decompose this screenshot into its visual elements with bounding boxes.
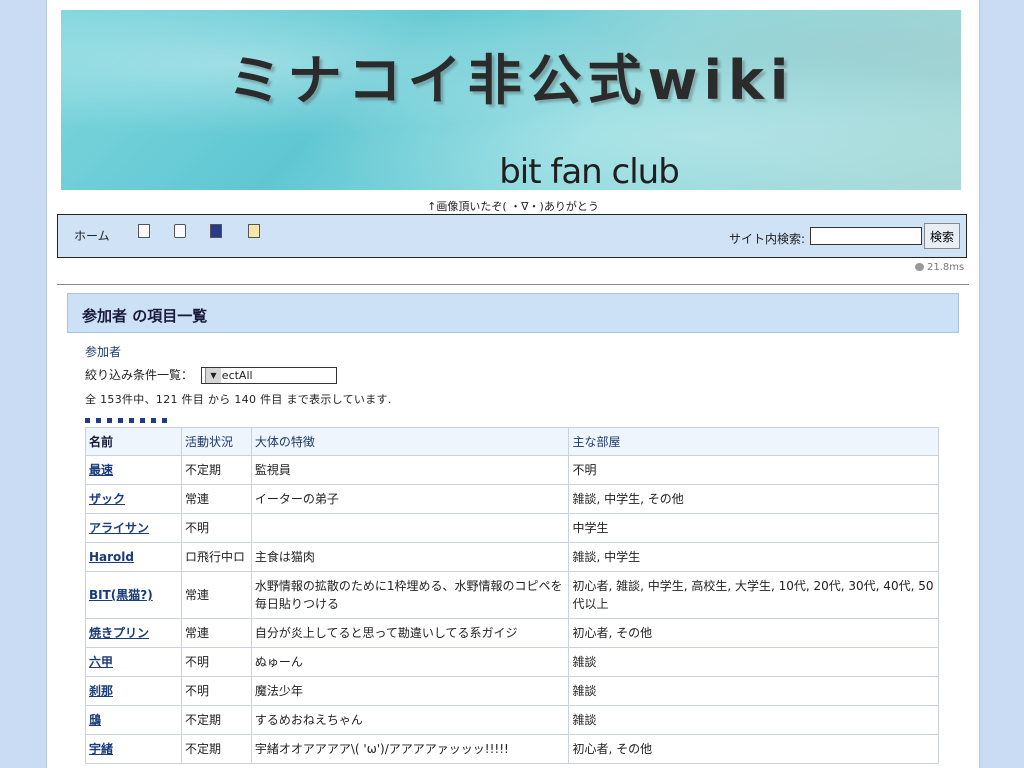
row-trait: 主食は猫肉 (250, 542, 570, 572)
table-row: 刹那 不明 魔法少年 雑談 (85, 676, 939, 706)
column-header-status[interactable]: 活動状況 (180, 427, 252, 456)
row-trait: イーターの弟子 (250, 484, 570, 514)
save-disk-icon[interactable] (210, 224, 222, 238)
row-name-link[interactable]: BIT(黒猫?) (85, 571, 182, 619)
row-rooms: 雑談, 中学生 (568, 542, 939, 572)
row-status: 不明 (180, 676, 252, 706)
row-rooms: 中学生 (568, 513, 939, 543)
row-rooms: 雑談 (568, 647, 939, 677)
row-name-link[interactable]: 鴟 (85, 705, 182, 735)
table-row: 宇緒 不定期 宇緒オオアアアア\( 'ω')/アアアアァッッッ!!!!! 初心者, そ… (85, 734, 939, 764)
toolbar: ホーム サイト内検索: 検索 (57, 214, 967, 258)
row-trait: 水野情報の拡散のために1枠埋める、水野情報のコピペを毎日貼りつける (250, 571, 570, 619)
row-trait: ぬゅーん (250, 647, 570, 677)
row-name-link[interactable]: Harold (85, 542, 182, 572)
result-count: 全 153件中、121 件目 から 140 件目 まで表示しています. (85, 393, 392, 406)
table-row: アライサン 不明 中学生 (85, 513, 939, 543)
row-status: 常連 (180, 618, 252, 648)
row-status: 常連 (180, 571, 252, 619)
pagination (85, 412, 173, 423)
table-row: 鴟不定期 するめおねえちゃん 雑談 (85, 705, 939, 735)
page-dot[interactable] (140, 418, 145, 423)
row-name-link[interactable]: ザック (85, 484, 182, 514)
row-name-link[interactable]: アライサン (85, 513, 182, 543)
page-dot[interactable] (96, 418, 101, 423)
home-link[interactable]: ホーム (74, 227, 110, 244)
page-dot[interactable] (107, 418, 112, 423)
row-rooms: 雑談 (568, 705, 939, 735)
table-row: ザック 常連 イーターの弟子 雑談, 中学生, その他 (85, 484, 939, 514)
divider (57, 284, 969, 285)
table-row: Harold ロ飛行中ロ 主食は猫肉 雑談, 中学生 (85, 542, 939, 572)
breadcrumb-link[interactable]: 参加者 (85, 343, 121, 360)
row-rooms: 初心者, その他 (568, 618, 939, 648)
row-status: 不定期 (180, 734, 252, 764)
table-row: 焼きプリン 常連 自分が炎上してると思って勘違いしてる系ガイジ 初心者, その他 (85, 618, 939, 648)
banner-subtitle: bit fan club (499, 152, 680, 190)
row-trait: 監視員 (250, 455, 570, 485)
row-rooms: 初心者, 雑談, 中学生, 高校生, 大学生, 10代, 20代, 30代, 4… (568, 571, 939, 619)
row-rooms: 雑談, 中学生, その他 (568, 484, 939, 514)
row-trait (250, 513, 570, 543)
page-dot[interactable] (162, 418, 167, 423)
filter-select[interactable]: SelectAll ▼ (201, 367, 337, 384)
filter-label: 絞り込み条件一覧： (85, 368, 194, 382)
copy-page-icon[interactable] (138, 224, 150, 238)
page-dot[interactable] (118, 418, 123, 423)
render-time: 21.8ms (915, 262, 964, 273)
row-rooms: 雑談 (568, 676, 939, 706)
table-header-row: 名前 活動状況 大体の特徴 主な部屋 (85, 427, 939, 456)
search-page-icon[interactable] (174, 224, 186, 238)
row-status: 不明 (180, 513, 252, 543)
row-name-link[interactable]: 焼きプリン (85, 618, 182, 648)
row-status: 常連 (180, 484, 252, 514)
page-dot[interactable] (151, 418, 156, 423)
table-row: 最速 不定期 監視員 不明 (85, 455, 939, 485)
row-trait: するめおねえちゃん (250, 705, 570, 735)
page-dot[interactable] (85, 418, 90, 423)
row-status: 不定期 (180, 705, 252, 735)
table-row: 六甲 不明 ぬゅーん 雑談 (85, 647, 939, 677)
row-status: 不定期 (180, 455, 252, 485)
page-dot[interactable] (129, 418, 134, 423)
row-status: ロ飛行中ロ (180, 542, 252, 572)
banner-title: ミナコイ非公式wiki (227, 49, 795, 112)
help-icon[interactable] (248, 224, 260, 238)
row-name-link[interactable]: 宇緒 (85, 734, 182, 764)
row-status: 不明 (180, 647, 252, 677)
column-header-trait[interactable]: 大体の特徴 (250, 427, 570, 456)
row-rooms: 初心者, その他 (568, 734, 939, 764)
site-search-label: サイト内検索: (729, 232, 806, 246)
page-container: ミナコイ非公式wiki bit fan club ↑画像頂いたぞ( ・∇・)あり… (46, 0, 980, 768)
row-name-link[interactable]: 最速 (85, 455, 182, 485)
column-header-name[interactable]: 名前 (85, 427, 182, 456)
site-banner[interactable]: ミナコイ非公式wiki bit fan club (61, 10, 961, 190)
items-table: 名前 活動状況 大体の特徴 主な部屋 最速 不定期 監視員 不明 ザック 常連 イーターの弟… (85, 427, 939, 764)
banner-caption: ↑画像頂いたぞ( ・∇・)ありがとう (427, 200, 599, 213)
search-button[interactable]: 検索 (924, 223, 960, 249)
site-search-input[interactable] (810, 227, 922, 245)
row-name-link[interactable]: 六甲 (85, 647, 182, 677)
row-trait: 自分が炎上してると思って勘違いしてる系ガイジ (250, 618, 570, 648)
row-rooms: 不明 (568, 455, 939, 485)
table-row: BIT(黒猫?) 常連 水野情報の拡散のために1枠埋める、水野情報のコピペを毎日貼り… (85, 571, 939, 619)
clock-icon (915, 263, 924, 271)
render-time-value: 21.8ms (927, 262, 965, 273)
row-trait: 魔法少年 (250, 676, 570, 706)
page-title: 参加者 の項目一覧 (82, 307, 208, 325)
row-name-link[interactable]: 刹那 (85, 676, 182, 706)
row-trait: 宇緒オオアアアア\( 'ω')/アアアアァッッッ!!!!! (250, 734, 570, 764)
column-header-rooms[interactable]: 主な部屋 (568, 427, 939, 456)
chevron-down-icon[interactable]: ▼ (205, 368, 221, 383)
page-header: 参加者 の項目一覧 (67, 293, 959, 333)
